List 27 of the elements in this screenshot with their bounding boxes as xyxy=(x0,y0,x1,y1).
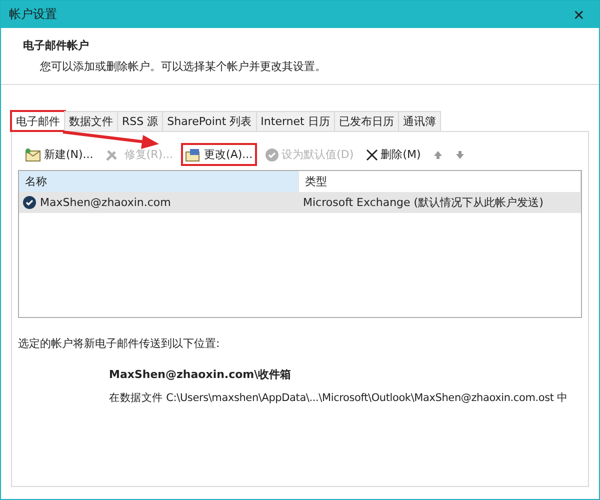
tab[interactable]: RSS 源 xyxy=(117,111,164,131)
header-title: 电子邮件帐户 xyxy=(23,38,90,53)
toolbar-button[interactable]: 新建(N)... xyxy=(22,144,96,165)
check-circle-icon xyxy=(264,148,279,162)
tab[interactable]: 已发布日历 xyxy=(334,111,399,131)
account-name: MaxShen@zhaoxin.com xyxy=(40,196,171,209)
column-header[interactable]: 名称 xyxy=(19,171,299,192)
up-arrow-icon xyxy=(432,150,443,160)
account-row[interactable]: MaxShen@zhaoxin.com Microsoft Exchange (默认情况下从此帐户发送) xyxy=(19,192,581,213)
close-button[interactable]: ✕ xyxy=(569,6,589,22)
account-type: Microsoft Exchange (默认情况下从此帐户发送) xyxy=(303,195,544,210)
delivery-folder: MaxShen@zhaoxin.com\收件箱 xyxy=(108,367,292,382)
mail-icon xyxy=(25,148,41,162)
delivery-label: 选定的帐户将新电子邮件传送到以下位置: xyxy=(18,336,221,351)
down-arrow-icon xyxy=(454,150,465,160)
close-icon xyxy=(366,148,378,160)
tab[interactable]: SharePoint 列表 xyxy=(162,111,257,131)
window-title: 帐户设置 xyxy=(9,6,57,23)
data-file-path: 在数据文件 C:\Users\maxshen\AppData\...\Microsoft\Outlook\MaxShen@zhaoxin.com.ost 中 xyxy=(108,391,569,405)
tab[interactable]: Internet 日历 xyxy=(256,111,335,131)
tab[interactable]: 通讯簿 xyxy=(398,111,441,131)
header-description: 您可以添加或删除帐户。可以选择某个帐户并更改其设置。 xyxy=(39,59,327,74)
settings-icon xyxy=(185,148,202,162)
toolbar-button[interactable]: 更改(A)... xyxy=(182,144,256,165)
tab[interactable]: 数据文件 xyxy=(64,111,118,131)
toolbar-button[interactable]: 删除(M) xyxy=(362,144,424,165)
tab[interactable]: 电子邮件 xyxy=(11,111,65,131)
